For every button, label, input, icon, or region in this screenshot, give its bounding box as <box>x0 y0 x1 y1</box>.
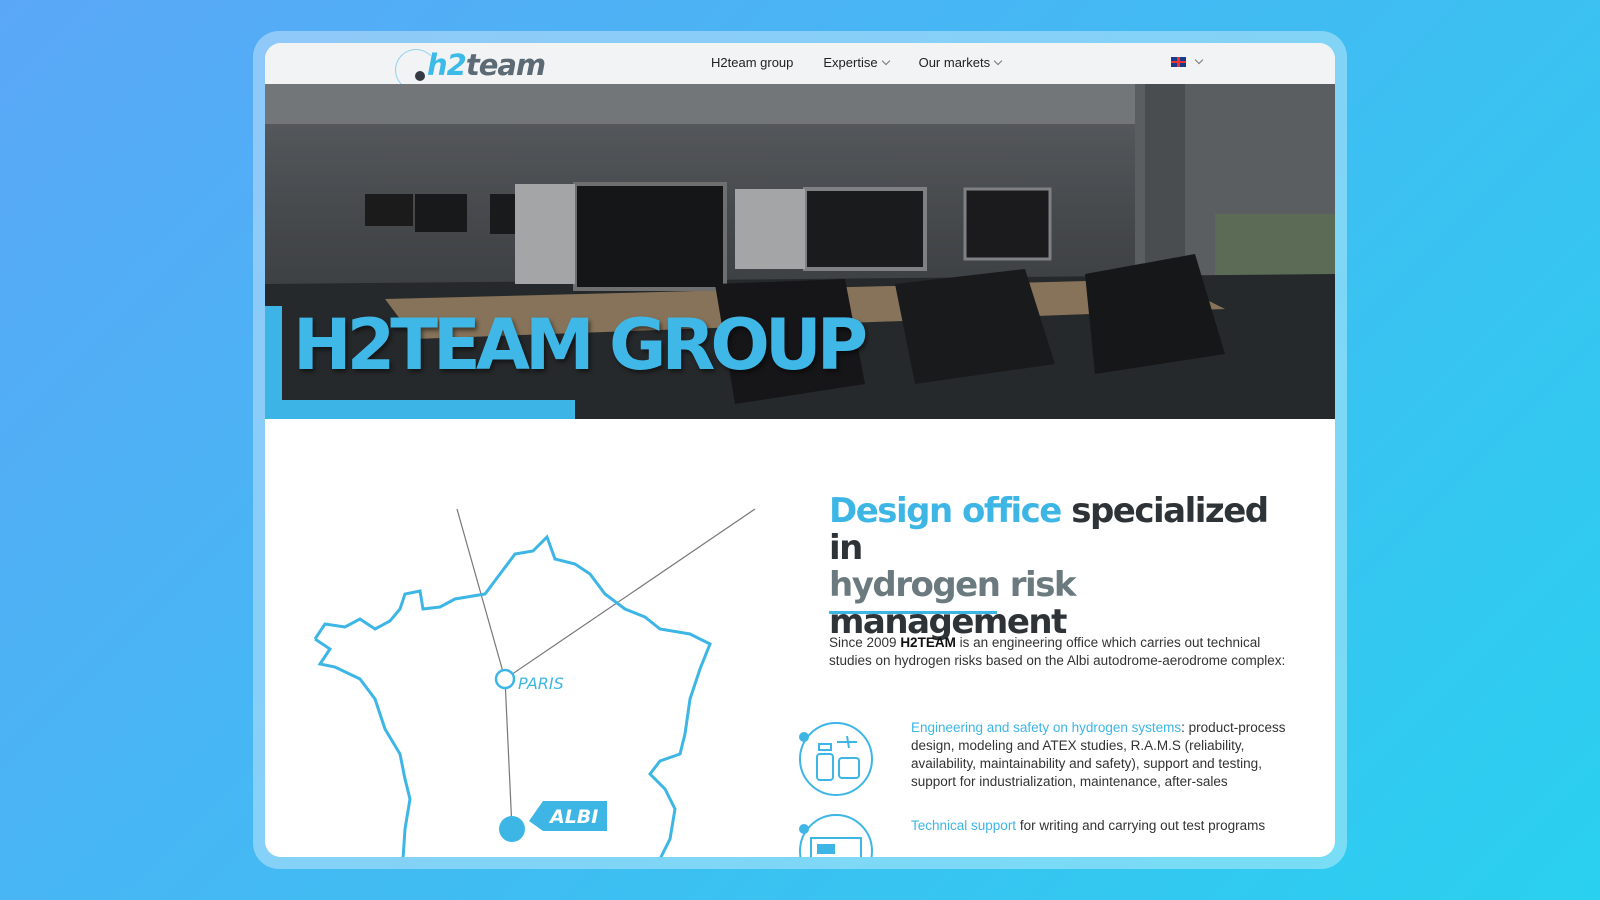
uk-flag-icon <box>1171 57 1186 67</box>
service-link-technical-support[interactable]: Technical support <box>911 818 1016 833</box>
chevron-down-icon <box>1194 55 1204 65</box>
nav-expertise[interactable]: Expertise <box>823 55 890 70</box>
h2team-logo[interactable]: h2team <box>395 46 546 91</box>
nav-our-markets[interactable]: Our markets <box>918 55 1003 70</box>
map-label-paris: PARIS <box>518 674 564 693</box>
headline-underline <box>829 611 997 614</box>
logo-dot <box>415 71 425 81</box>
hero-accent-bar-horizontal <box>265 400 575 419</box>
intro-paragraph: Since 2009 H2TEAM is an engineering offi… <box>829 635 1286 668</box>
truck-map-icon <box>799 814 873 857</box>
nav-h2team-group[interactable]: H2team group <box>711 55 793 70</box>
service-item-engineering: Engineering and safety on hydrogen syste… <box>911 720 1286 789</box>
headline-accent: Design office <box>829 491 1062 531</box>
transport-vehicles-icon <box>799 722 873 796</box>
language-selector[interactable] <box>1171 55 1204 67</box>
nav-label: Expertise <box>823 55 878 70</box>
map-label-albi: ALBI <box>548 806 598 828</box>
brand-name: H2TEAM <box>900 635 956 650</box>
site-header: h2team H2team group Expertise Our market… <box>265 43 1335 91</box>
nav-label: H2team group <box>711 55 794 70</box>
chevron-down-icon <box>993 56 1003 65</box>
main-nav: H2team group Expertise Our markets <box>711 55 1003 70</box>
page-headline: Design office specialized in hydrogen ri… <box>829 493 1309 641</box>
service-item-technical-support: Technical support for writing and carryi… <box>911 818 1266 833</box>
hero-banner: H2TEAM GROUP <box>265 84 1335 419</box>
main-content: PARIS ALBI Design office specialized in … <box>265 419 1335 857</box>
browser-viewport: h2team H2team group Expertise Our market… <box>265 43 1335 857</box>
chevron-down-icon <box>881 56 890 65</box>
logo-text: h2team <box>427 48 546 82</box>
headline-text-2: hydrogen risk <box>829 565 1077 605</box>
service-link-engineering[interactable]: Engineering and safety on hydrogen syste… <box>911 720 1181 735</box>
hero-title: H2TEAM GROUP <box>293 304 868 386</box>
france-map-icon: PARIS ALBI <box>313 508 756 857</box>
nav-label: Our markets <box>918 55 991 70</box>
